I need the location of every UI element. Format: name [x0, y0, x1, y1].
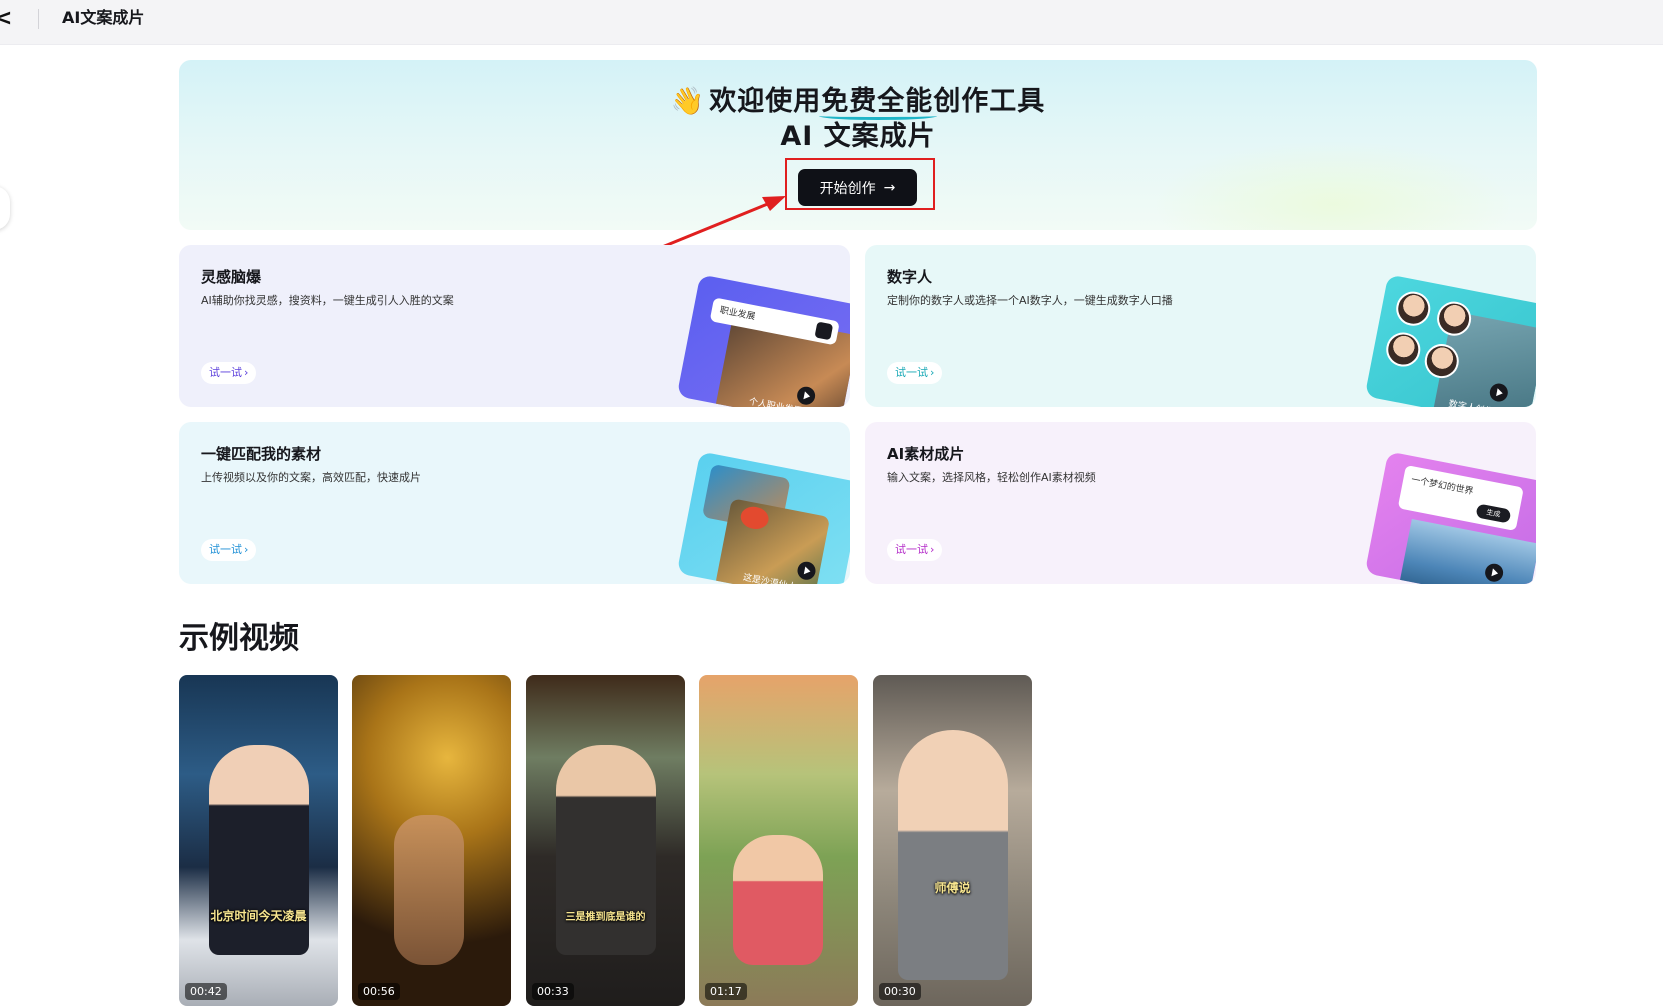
feature-card-digital-human[interactable]: 数字人 定制你的数字人或选择一个AI数字人，一键生成数字人口播 试一试› 数字人… [865, 245, 1536, 407]
hero-headline-pre: 欢迎使用 [709, 86, 822, 117]
video-caption: 三是推到底是谁的 [565, 912, 646, 923]
video-thumbnail [733, 835, 823, 965]
feature-title: 一键匹配我的素材 [201, 445, 322, 463]
hero-headline-post: 创作工具 [933, 86, 1046, 117]
video-caption: 北京时间今天凌晨 [210, 909, 307, 923]
start-create-button[interactable]: 开始创作 → [798, 169, 917, 206]
feature-illustration: 数字人创作 [1364, 274, 1536, 407]
feature-illustration: 这是沙漠仙人 [676, 451, 850, 584]
example-video-card[interactable]: 01:17 [699, 675, 858, 1006]
wave-hand-icon: 👋 [670, 86, 706, 117]
video-thumbnail [556, 745, 656, 955]
hero-banner: 👋 欢迎使用免费全能创作工具 AI 文案成片 开始创作 → [179, 60, 1537, 230]
try-button[interactable]: 试一试 › [201, 362, 257, 384]
try-label: 试一试 [895, 543, 928, 556]
feature-description: 定制你的数字人或选择一个AI数字人，一键生成数字人口播 [887, 294, 1173, 307]
feature-card-ai-material[interactable]: AI素材成片 输入文案，选择风格，轻松创作AI素材视频 试一试 › 一个梦幻的世界… [865, 422, 1536, 584]
illustration-search-text: 职业发展 [718, 305, 757, 323]
chevron-right-icon: › [930, 366, 935, 379]
feature-title: AI素材成片 [887, 445, 965, 463]
illustration-prompt-text: 一个梦幻的世界 [1410, 475, 1475, 498]
video-duration: 00:42 [185, 983, 227, 1000]
feature-title: 数字人 [887, 268, 933, 286]
search-icon [814, 321, 834, 341]
example-video-card[interactable]: 师傅说 00:30 [873, 675, 1032, 1006]
chevron-right-icon: › [244, 366, 249, 379]
feature-illustration: 职业发展 个人职业发展 [676, 274, 850, 407]
hero-headline-highlight: 免费全能 [821, 86, 934, 117]
generate-badge: 生成 [1475, 503, 1512, 524]
start-create-label: 开始创作 [819, 180, 876, 197]
chevron-right-icon: › [930, 543, 935, 556]
try-label: 试一试 [895, 366, 928, 379]
video-duration: 00:33 [532, 983, 574, 1000]
try-label: 试一试 [209, 366, 242, 379]
video-duration: 00:56 [358, 983, 400, 1000]
page-title: AI文案成片 [62, 8, 145, 27]
feature-illustration: 一个梦幻的世界 生成 [1364, 451, 1536, 584]
hero-subtitle: AI 文案成片 [780, 121, 936, 152]
feature-title: 灵感脑爆 [201, 268, 262, 286]
video-duration: 01:17 [705, 983, 747, 1000]
chevron-right-icon: › [244, 543, 249, 556]
example-video-card[interactable]: 北京时间今天凌晨 00:42 [179, 675, 338, 1006]
feature-description: 上传视频以及你的文案，高效匹配，快速成片 [201, 471, 421, 484]
example-video-card[interactable]: 三是推到底是谁的 00:33 [526, 675, 685, 1006]
feature-card-match-material[interactable]: 一键匹配我的素材 上传视频以及你的文案，高效匹配，快速成片 试一试 › 这是沙漠仙… [179, 422, 850, 584]
try-button[interactable]: 试一试 › [887, 362, 943, 384]
example-video-card[interactable]: 00:56 [352, 675, 511, 1006]
illustration-photo [1398, 519, 1536, 584]
divider [38, 9, 39, 29]
feature-description: AI辅助你找灵感，搜资料，一键生成引人入胜的文案 [201, 294, 454, 307]
video-duration: 00:30 [879, 983, 921, 1000]
try-label: 试一试 [209, 543, 242, 556]
arrow-right-icon: → [883, 179, 896, 196]
video-caption: 师傅说 [934, 881, 971, 895]
hero-headline: 👋 欢迎使用免费全能创作工具 [179, 84, 1537, 120]
video-thumbnail [898, 730, 1008, 980]
avatar [1383, 329, 1424, 370]
video-thumbnail [394, 815, 464, 965]
try-button[interactable]: 试一试 › [887, 539, 943, 561]
back-icon[interactable]: < [0, 8, 12, 30]
avatar [1393, 288, 1434, 329]
top-bar: < AI文案成片 [0, 0, 1663, 45]
feature-description: 输入文案，选择风格，轻松创作AI素材视频 [887, 471, 1096, 484]
try-button[interactable]: 试一试 › [201, 539, 257, 561]
feature-card-inspiration[interactable]: 灵感脑爆 AI辅助你找灵感，搜资料，一键生成引人入胜的文案 试一试 › 职业发展 … [179, 245, 850, 407]
section-heading: 示例视频 [179, 621, 299, 656]
sidebar-toggle-button[interactable] [0, 186, 10, 230]
